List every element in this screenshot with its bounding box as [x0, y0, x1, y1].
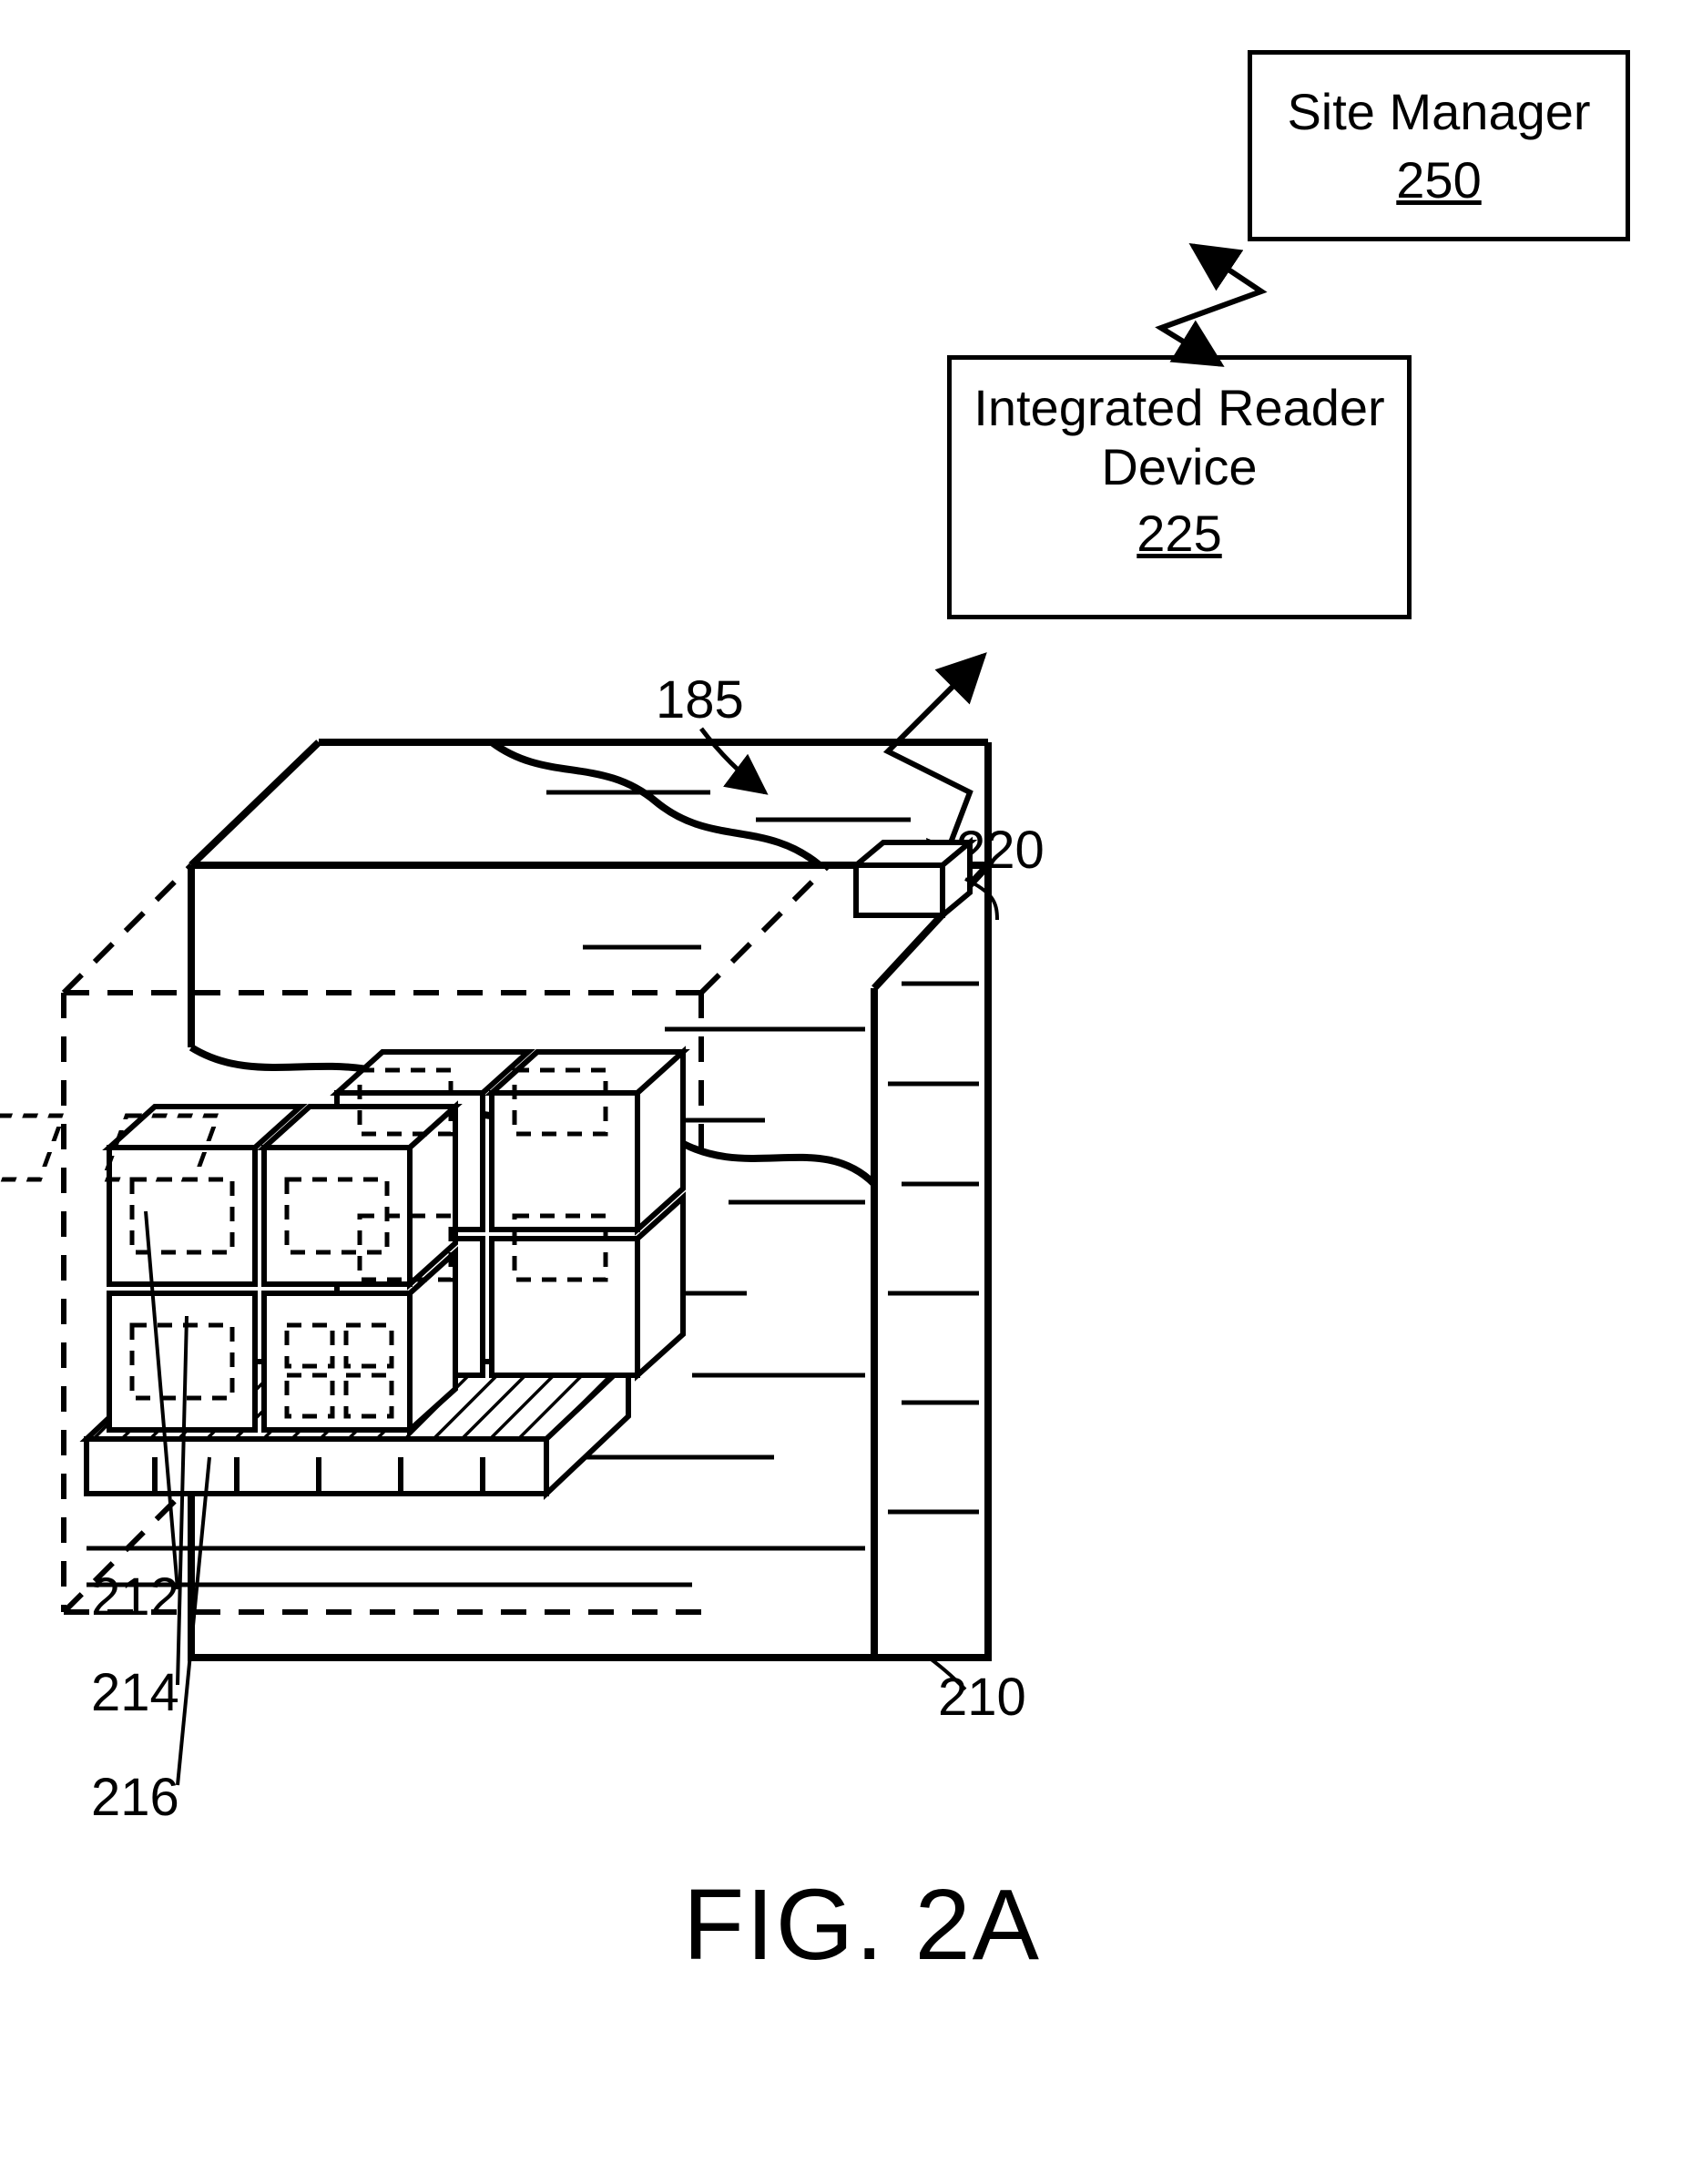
- wireless-link-1: [1161, 246, 1261, 364]
- leader-185: [701, 729, 765, 792]
- carton-stack: [109, 1052, 683, 1430]
- tag-220: [856, 842, 970, 915]
- figure-diagram: [0, 0, 1682, 2184]
